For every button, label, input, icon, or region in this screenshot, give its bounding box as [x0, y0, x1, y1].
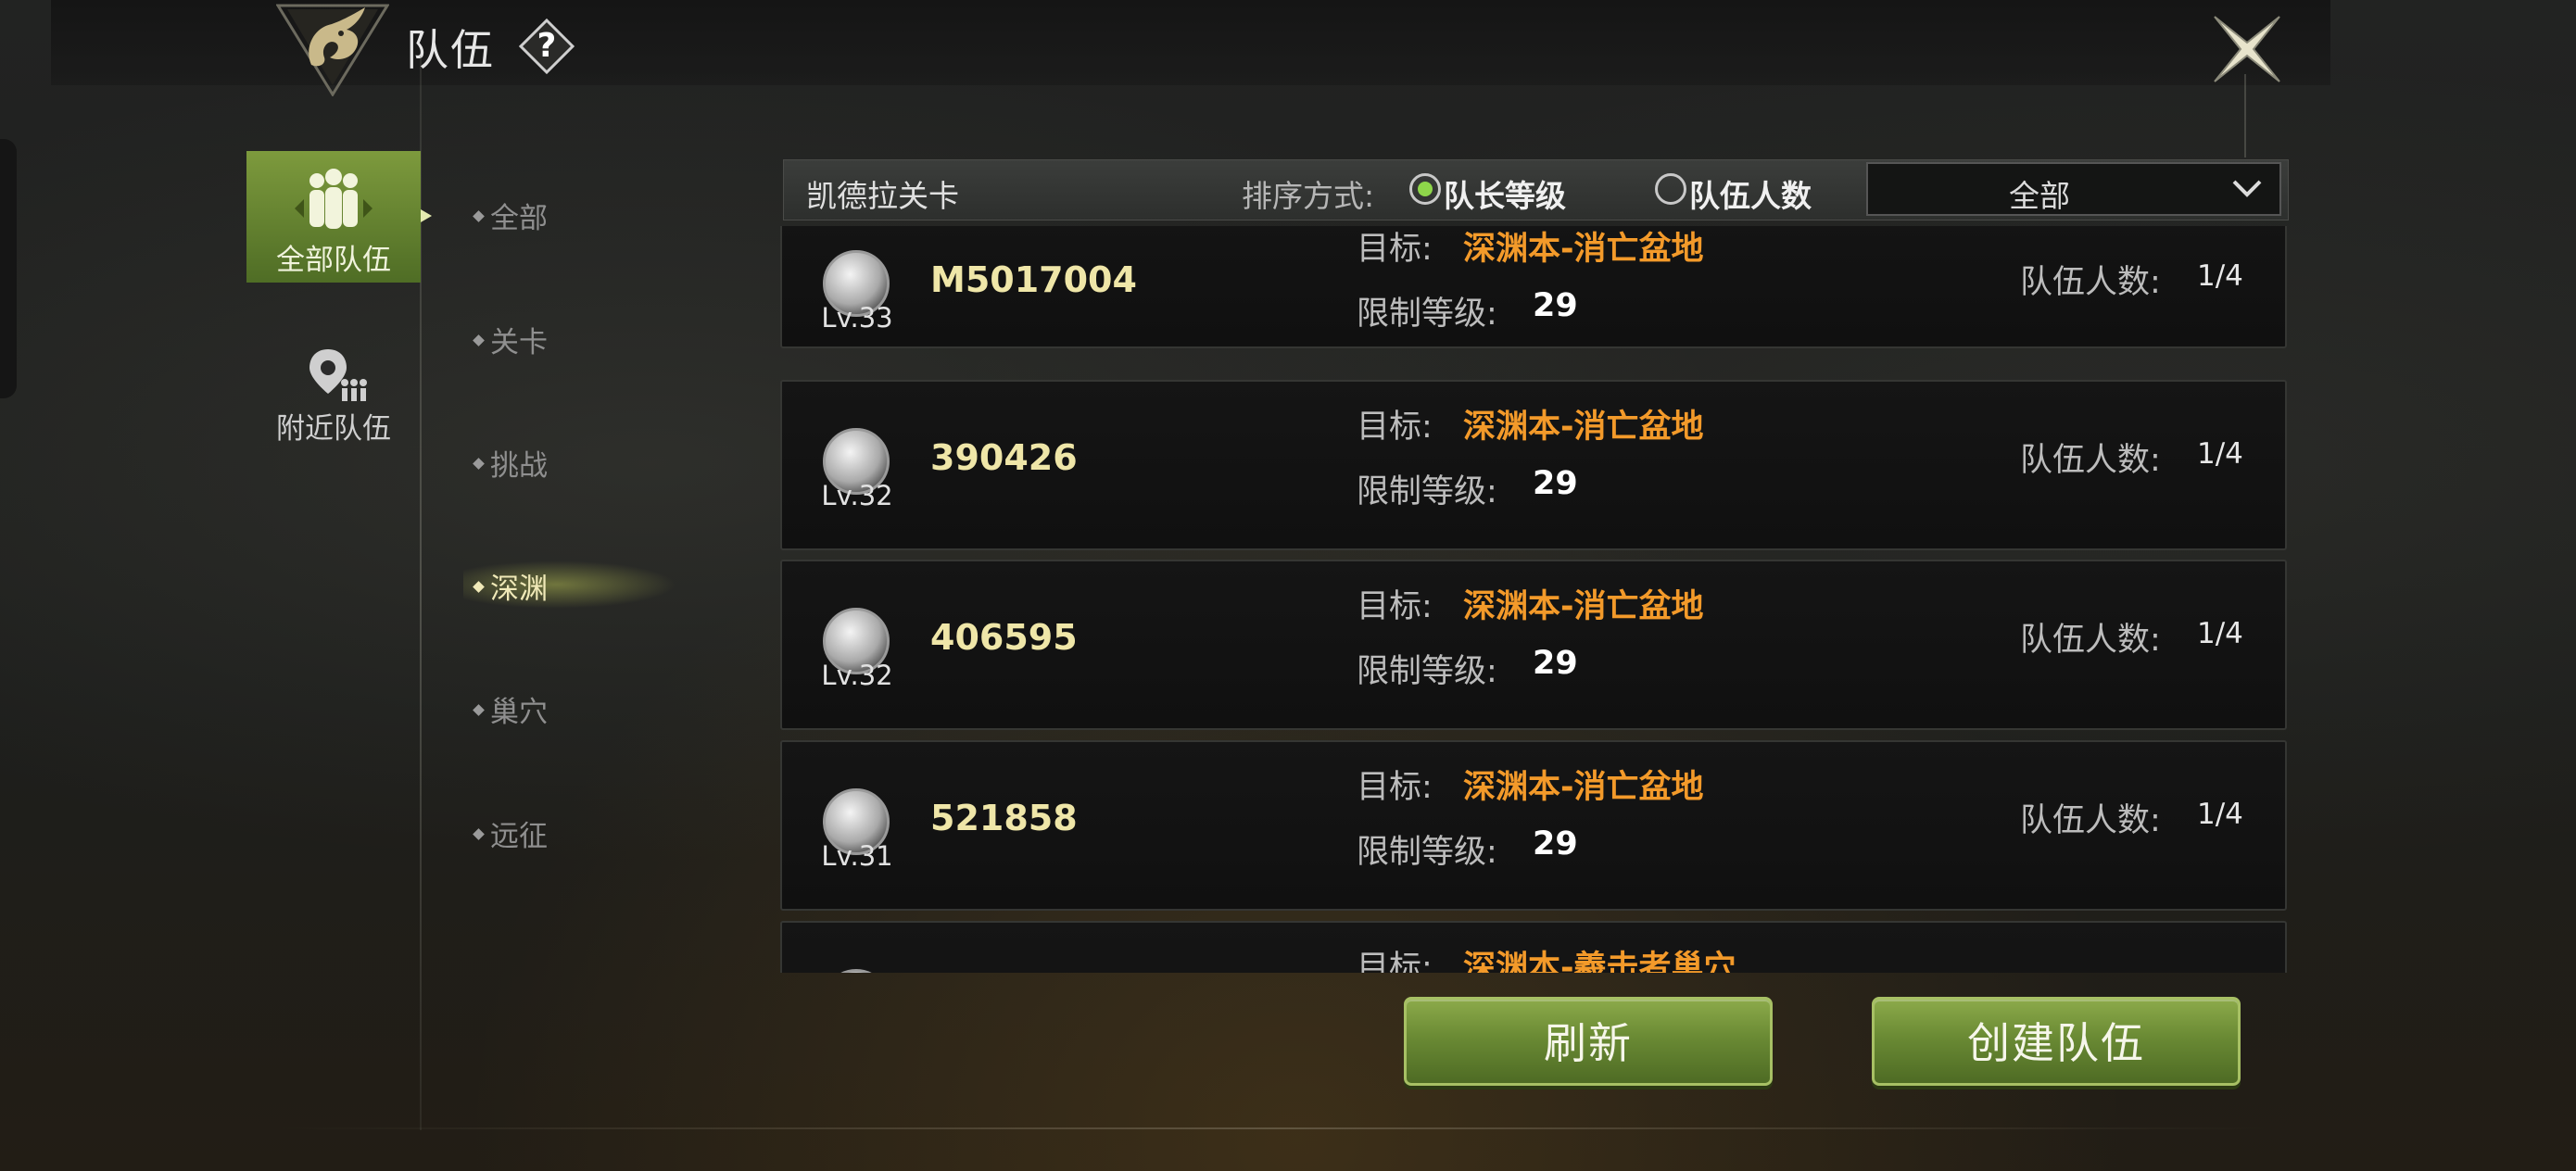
target-value: 深渊本-消亡盆地: [1463, 769, 1704, 806]
category-expedition[interactable]: 远征: [473, 812, 548, 854]
top-bar: [51, 0, 2330, 85]
leader-level: Lv.32: [821, 660, 893, 691]
level-limit-label: 限制等级:: [1357, 834, 1497, 871]
close-icon[interactable]: [2205, 7, 2289, 91]
target-label: 目标:: [1357, 231, 1433, 268]
target-label: 目标:: [1357, 950, 1433, 973]
team-id: 406595: [930, 617, 1078, 658]
sort-radio-leader-level[interactable]: [1409, 173, 1441, 205]
team-card[interactable]: Lv.32 390426 目标: 深渊本-消亡盆地 限制等级: 29 队伍人数:…: [780, 380, 2287, 550]
divider: [278, 1127, 2270, 1129]
level-limit-value: 29: [1533, 825, 1578, 863]
sort-radio-team-count[interactable]: [1655, 173, 1686, 205]
tab-label: 全部队伍: [276, 244, 391, 277]
team-list[interactable]: Lv.33 M5017004 目标: 深渊本-消亡盆地 限制等级: 29 队伍人…: [778, 226, 2291, 973]
team-card[interactable]: Lv.32 406595 目标: 深渊本-消亡盆地 限制等级: 29 队伍人数:…: [780, 560, 2287, 730]
level-limit-label: 限制等级:: [1357, 296, 1497, 333]
sort-option-label[interactable]: 队长等级: [1444, 171, 1566, 216]
level-limit-label: 限制等级:: [1357, 473, 1497, 510]
chevron-down-icon: [2232, 180, 2262, 197]
help-icon: ?: [537, 27, 557, 65]
team-count-label: 队伍人数:: [2020, 802, 2161, 839]
target-value: 深渊本-消亡盆地: [1463, 409, 1704, 446]
tab-label: 附近队伍: [276, 412, 391, 446]
team-count-label: 队伍人数:: [2020, 622, 2161, 659]
category-stage[interactable]: 关卡: [473, 319, 548, 360]
team-count-label: 队伍人数:: [2020, 442, 2161, 479]
team-card[interactable]: 目标: 深渊本-羲击者巢穴: [780, 921, 2287, 973]
edge-tab: [0, 139, 17, 398]
level-limit-value: 29: [1533, 465, 1578, 502]
sort-option-label[interactable]: 队伍人数: [1689, 171, 1812, 216]
target-value: 深渊本-羲击者巢穴: [1463, 950, 1736, 973]
divider: [2244, 74, 2246, 157]
leader-level: Lv.33: [821, 302, 893, 334]
refresh-button[interactable]: 刷新: [1404, 997, 1773, 1086]
category-abyss[interactable]: 深渊: [473, 565, 548, 607]
category-challenge[interactable]: 挑战: [473, 442, 548, 484]
help-button[interactable]: ?: [519, 19, 575, 74]
location-people-icon: [309, 349, 367, 401]
leader-level: Lv.31: [821, 840, 893, 872]
active-pointer-icon: [421, 209, 432, 222]
level-limit-value: 29: [1533, 645, 1578, 682]
category-nest[interactable]: 巢穴: [473, 688, 548, 730]
team-count-value: 1/4: [2197, 437, 2243, 471]
target-label: 目标:: [1357, 588, 1433, 625]
filter-dropdown[interactable]: 全部: [1866, 162, 2281, 216]
team-count-value: 1/4: [2197, 617, 2243, 650]
team-card[interactable]: Lv.31 521858 目标: 深渊本-消亡盆地 限制等级: 29 队伍人数:…: [780, 740, 2287, 911]
tab-nearby-teams[interactable]: 附近队伍: [246, 338, 421, 459]
level-limit-value: 29: [1533, 287, 1578, 324]
target-label: 目标:: [1357, 409, 1433, 446]
team-count-value: 1/4: [2197, 798, 2243, 831]
team-card[interactable]: Lv.33 M5017004 目标: 深渊本-消亡盆地 限制等级: 29 队伍人…: [780, 226, 2287, 348]
team-id: 390426: [930, 437, 1078, 478]
tab-all-teams[interactable]: 全部队伍: [246, 151, 421, 283]
team-id: M5017004: [930, 259, 1137, 300]
team-people-icon: [295, 169, 373, 229]
team-count-value: 1/4: [2197, 259, 2243, 293]
target-value: 深渊本-消亡盆地: [1463, 588, 1704, 625]
team-count-label: 队伍人数:: [2020, 264, 2161, 301]
level-limit-label: 限制等级:: [1357, 653, 1497, 690]
create-team-button[interactable]: 创建队伍: [1872, 997, 2241, 1086]
sort-label: 排序方式:: [1242, 178, 1375, 214]
dropdown-value: 全部: [2009, 178, 2070, 214]
leader-level: Lv.32: [821, 480, 893, 511]
target-value: 深渊本-消亡盆地: [1463, 231, 1704, 268]
target-label: 目标:: [1357, 769, 1433, 806]
dragon-emblem-icon: [276, 4, 389, 96]
team-id: 521858: [930, 798, 1078, 838]
filter-title: 凯德拉关卡: [806, 178, 959, 214]
avatar: [823, 969, 890, 973]
category-all[interactable]: 全部: [473, 195, 548, 236]
filter-bar: 凯德拉关卡 排序方式: 队长等级 队伍人数 全部: [783, 159, 2289, 220]
